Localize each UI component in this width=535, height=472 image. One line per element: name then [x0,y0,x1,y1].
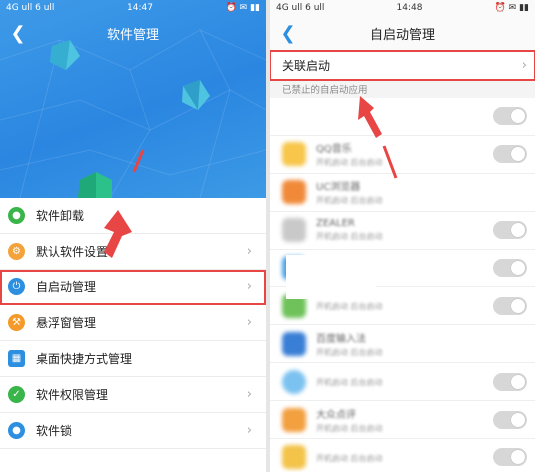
app-startup-types: 开机启动 后台启动 [316,158,383,168]
chevron-right-icon: › [246,243,252,259]
app-name: 百度输入法 [316,333,366,345]
menu-item-label: 软件权限管理 [36,387,109,402]
autostart-toggle[interactable] [493,145,527,164]
app-startup-types: 开机启动 后台启动 [316,453,383,463]
list-item: 百度输入法开机启动 后台启动 [270,325,535,364]
autostart-toggle[interactable] [493,372,527,391]
chevron-right-icon: › [521,57,527,73]
app-name: 大众点评 [316,409,356,421]
app-startup-types: 开机启动 后台启动 [316,196,383,206]
menu-item-label: 桌面快捷方式管理 [36,352,133,367]
app-startup-types: 开机启动 后台启动 [316,378,383,388]
grid-icon: ▦ [8,350,25,368]
app-icon [282,218,306,243]
menu-item-shortcuts[interactable]: ▦ 桌面快捷方式管理 [0,341,266,377]
clock-text: 14:48 [396,3,423,13]
autostart-toggle[interactable] [493,259,527,277]
menu-item-label: 自启动管理 [36,280,97,295]
list-item: UC浏览器开机启动 后台启动 [270,173,535,212]
menu-item-default-software[interactable]: ⚙ 默认软件设置 › [0,234,266,270]
title-bar: ❮ 自启动管理 [270,16,535,51]
menu-item-uninstall[interactable]: ● 软件卸载 [0,198,266,234]
chevron-right-icon: › [246,386,252,402]
app-name: QQ音乐 [316,144,352,156]
software-management-screen: 4G ull 6 ull 14:47 ⏰ ✉ ▮▮ ❮ 软件管理 ● 软件卸载 … [0,0,266,472]
app-startup-types: 开机启动 后台启动 [316,302,383,312]
app-icon [282,180,306,205]
menu-item-app-lock[interactable]: ● 软件锁 › [0,413,266,449]
app-name: UC浏览器 [316,182,361,194]
status-indicators: ⏰ ✉ ▮▮ [225,3,260,13]
menu-item-floating-window[interactable]: ⚒ 悬浮窗管理 › [0,305,266,342]
chevron-right-icon: › [246,279,252,295]
autostart-toggle[interactable] [493,448,527,467]
menu-item-label: 软件卸载 [36,208,85,223]
list-item: 大众点评开机启动 后台启动 [270,401,535,440]
chevron-right-icon: › [246,422,252,438]
page-title: 软件管理 [106,27,159,43]
list-item: 开机启动 后台启动 [270,363,535,402]
autostart-toggle[interactable] [493,221,527,240]
menu-item-autostart[interactable]: ⏻ 自启动管理 › [0,269,266,306]
menu-item-label: 软件锁 [36,423,73,438]
status-bar: 4G ull 6 ull 14:47 ⏰ ✉ ▮▮ [0,0,266,16]
app-icon [282,369,306,394]
section-label: 已禁止的自启动应用 [282,85,368,96]
menu-item-label: 默认软件设置 [36,244,109,259]
autostart-management-screen: 4G ull 6 ull 14:48 ⏰ ✉ ▮▮ ❮ 自启动管理 关联启动 ›… [270,0,535,472]
app-icon [282,407,306,432]
associated-start-label: 关联启动 [282,58,331,73]
app-icon [282,331,306,356]
list-item: QQ音乐开机启动 后台启动 [270,135,535,174]
lock-icon: ● [8,421,25,439]
app-icon [282,104,306,129]
back-arrow-icon[interactable]: ❮ [8,22,28,44]
app-startup-types: 开机启动 后台启动 [316,347,383,357]
clock-text: 14:47 [127,3,153,13]
app-icon [282,445,306,470]
android-icon: ● [8,206,25,224]
list-item: ZEALER 开机启动 后台启动 [270,211,535,250]
app-name: ZEALER [316,218,355,230]
power-icon: ⏻ [8,278,25,296]
menu-item-permissions[interactable]: ✓ 软件权限管理 › [0,377,266,413]
title-bar: ❮ 软件管理 [0,16,266,50]
app-startup-types: 开机启动 后台启动 [316,423,383,433]
back-arrow-icon[interactable]: ❮ [278,22,298,44]
carrier-text: 4G ull 6 ull [6,3,55,13]
menu-list: ● 软件卸载 ⚙ 默认软件设置 › ⏻ 自启动管理 › ⚒ 悬浮窗管理 › ▦ … [0,198,266,449]
autostart-toggle[interactable] [493,410,527,429]
status-indicators: ⏰ ✉ ▮▮ [494,3,529,13]
app-startup-types: 开机启动 后台启动 [316,232,383,242]
shield-icon: ✓ [8,385,25,403]
menu-item-label: 悬浮窗管理 [36,316,97,331]
wrench-icon: ⚒ [8,314,25,332]
autostart-toggle[interactable] [493,296,527,315]
redaction-block [286,255,376,299]
gear-icon: ⚙ [8,242,25,260]
carrier-text: 4G ull 6 ull [276,3,325,13]
list-item [270,98,535,136]
page-title: 自启动管理 [369,27,435,43]
autostart-toggle[interactable] [493,107,527,126]
associated-start-item[interactable]: 关联启动 › [270,50,535,81]
chevron-right-icon: › [246,315,252,331]
app-icon [282,142,306,167]
list-item: 开机启动 后台启动 [270,439,535,472]
status-bar: 4G ull 6 ull 14:48 ⏰ ✉ ▮▮ [270,0,535,16]
